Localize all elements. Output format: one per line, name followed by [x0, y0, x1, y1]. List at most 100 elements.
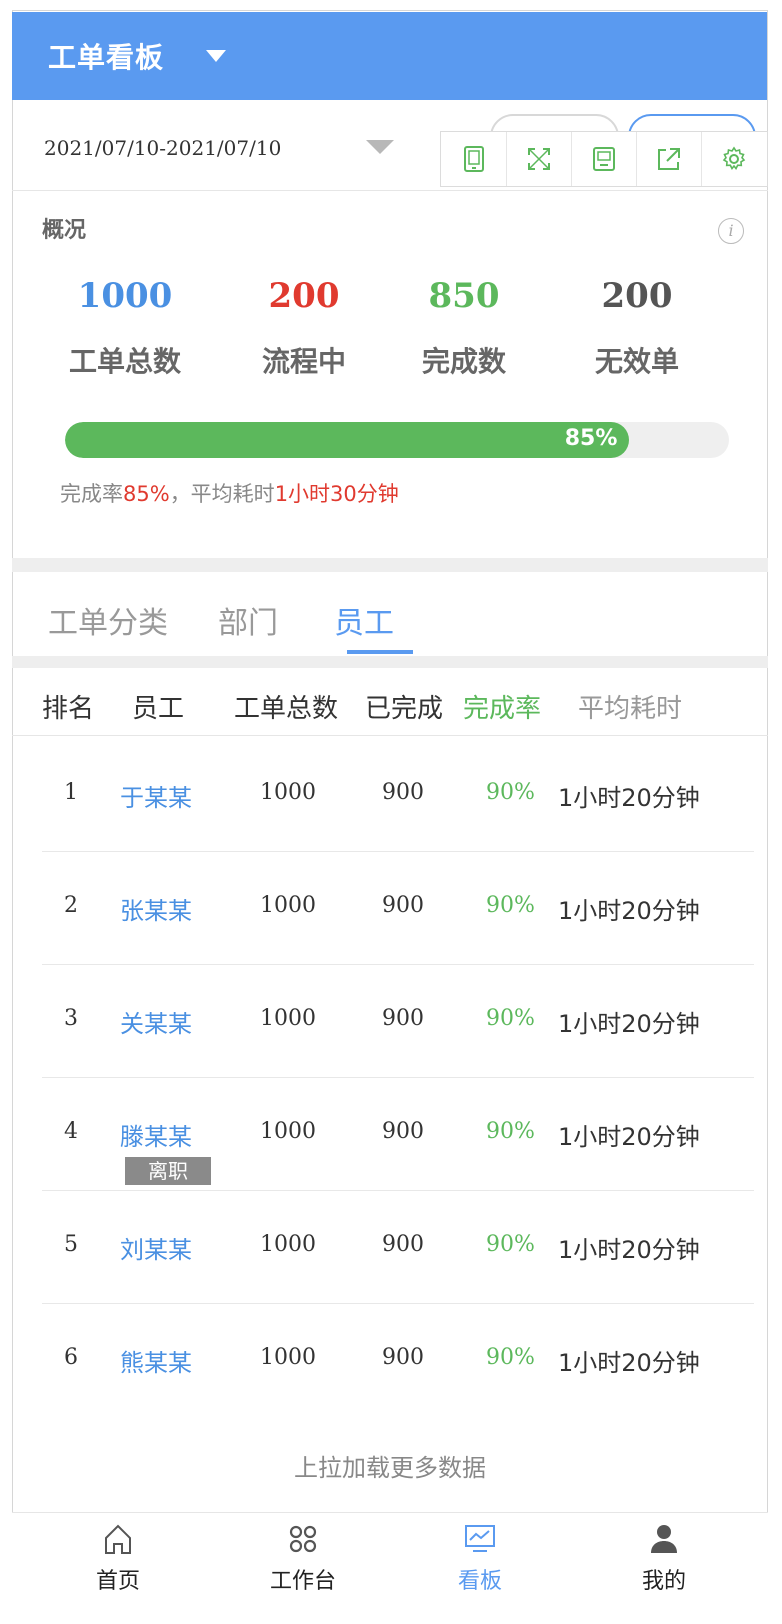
col-avg-time[interactable]: 平均耗时: [578, 688, 682, 725]
done-cell: 900: [382, 893, 424, 918]
settings-icon[interactable]: [701, 132, 766, 186]
header-bar: 工单看板: [12, 12, 767, 100]
section-divider: [12, 558, 768, 572]
info-icon[interactable]: i: [718, 218, 744, 244]
nav-mine-label: 我的: [641, 1569, 686, 1594]
avg-time-cell: 1小时20分钟: [558, 897, 700, 925]
total-cell: 1000: [260, 1232, 316, 1257]
date-range-picker[interactable]: 2021/07/10-2021/07/10: [44, 136, 281, 160]
total-cell: 1000: [260, 893, 316, 918]
save-icon[interactable]: [571, 132, 636, 186]
page-title[interactable]: 工单看板: [48, 36, 164, 76]
stat-total-label: 工单总数: [68, 345, 181, 378]
fullscreen-icon[interactable]: [506, 132, 571, 186]
user-icon: [651, 1525, 677, 1553]
col-rank: 排名: [42, 694, 95, 724]
done-cell: 900: [382, 1006, 424, 1031]
table-row[interactable]: 4 滕某某 1000 900 90% 1小时20分钟离职: [42, 1075, 754, 1191]
total-cell: 1000: [260, 1119, 316, 1144]
table-row[interactable]: 1 于某某 1000 900 90% 1小时20分钟: [42, 736, 754, 852]
table-row[interactable]: 3 关某某 1000 900 90% 1小时20分钟: [42, 962, 754, 1078]
avg-time-cell: 1小时20分钟: [558, 784, 700, 812]
employee-name[interactable]: 熊某某: [120, 1343, 192, 1378]
rate-cell: 90%: [486, 1232, 535, 1257]
bottom-nav: 首页 工作台 看板 我的: [12, 1512, 768, 1616]
table-row[interactable]: 6 熊某某 1000 900 90% 1小时20分钟: [42, 1301, 754, 1417]
total-cell: 1000: [260, 1006, 316, 1031]
table-row[interactable]: 5 刘某某 1000 900 90% 1小时20分钟: [42, 1188, 754, 1304]
rate-cell: 90%: [486, 780, 535, 805]
overview-title: 概况: [42, 218, 87, 243]
avg-time-cell: 1小时20分钟: [558, 1123, 700, 1151]
view-toolbar: [440, 131, 768, 187]
grid-icon: [289, 1525, 317, 1553]
rank-cell: 4: [64, 1119, 78, 1144]
summary-mid: ，平均耗时: [169, 482, 275, 506]
done-cell: 900: [382, 780, 424, 805]
summary-time: 1小时30分钟: [274, 482, 399, 506]
table-row[interactable]: 2 张某某 1000 900 90% 1小时20分钟: [42, 849, 754, 965]
nav-home-label: 首页: [95, 1569, 140, 1594]
rate-cell: 90%: [486, 1119, 535, 1144]
employee-name[interactable]: 于某某: [120, 778, 192, 813]
rank-cell: 2: [64, 893, 78, 918]
progress-fill: 85%: [65, 422, 630, 458]
title-dropdown-icon[interactable]: [206, 50, 226, 62]
summary-rate: 85%: [123, 482, 170, 506]
divider: [12, 190, 768, 191]
summary-prefix: 完成率: [60, 482, 123, 506]
done-cell: 900: [382, 1232, 424, 1257]
stat-completed-label: 完成数: [421, 345, 506, 378]
stat-invalid-value: 200: [601, 276, 673, 316]
rate-cell: 90%: [486, 1345, 535, 1370]
done-cell: 900: [382, 1119, 424, 1144]
total-cell: 1000: [260, 780, 316, 805]
date-dropdown-icon[interactable]: [366, 140, 394, 154]
section-divider: [12, 656, 768, 668]
table-header: 排名 员工 工单总数 已完成 完成率 平均耗时: [12, 668, 768, 736]
rate-cell: 90%: [486, 1006, 535, 1031]
nav-dashboard[interactable]: 看板: [410, 1523, 550, 1595]
tab-category[interactable]: 工单分类: [48, 598, 168, 642]
home-icon: [105, 1524, 131, 1554]
tab-employee[interactable]: 员工: [334, 598, 394, 642]
nav-dashboard-label: 看板: [457, 1569, 502, 1594]
stat-inprogress-label: 流程中: [261, 345, 346, 378]
rank-cell: 1: [64, 780, 78, 805]
rank-cell: 6: [64, 1345, 78, 1370]
nav-home[interactable]: 首页: [48, 1523, 188, 1595]
employee-name[interactable]: 关某某: [120, 1004, 192, 1039]
stat-inprogress-value: 200: [268, 276, 340, 316]
active-tab-indicator: [347, 650, 413, 654]
progress-label: 85%: [564, 426, 618, 451]
rate-cell: 90%: [486, 893, 535, 918]
avg-time-cell: 1小时20分钟: [558, 1349, 700, 1377]
col-employee: 员工: [132, 694, 185, 724]
employee-name[interactable]: 刘某某: [120, 1230, 192, 1265]
tab-department[interactable]: 部门: [218, 598, 278, 642]
completion-progress-bar: 85%: [65, 422, 729, 458]
avg-time-cell: 1小时20分钟: [558, 1236, 700, 1264]
resigned-badge: 离职: [125, 1157, 211, 1185]
nav-workbench-label: 工作台: [269, 1569, 336, 1594]
ranking-tabs: 工单分类 部门 员工: [12, 572, 768, 656]
share-icon[interactable]: [636, 132, 701, 186]
nav-workbench[interactable]: 工作台: [233, 1523, 373, 1595]
avg-time-cell: 1小时20分钟: [558, 1010, 700, 1038]
stat-invalid-label: 无效单: [594, 345, 679, 378]
chart-icon: [465, 1525, 495, 1552]
col-done: 已完成: [365, 694, 444, 724]
employee-name[interactable]: 张某某: [120, 891, 192, 926]
col-rate[interactable]: 完成率: [463, 688, 541, 725]
load-more-hint: 上拉加载更多数据: [294, 1454, 486, 1482]
employee-name[interactable]: 滕某某: [120, 1117, 192, 1152]
stat-completed-value: 850: [428, 276, 500, 316]
nav-mine[interactable]: 我的: [594, 1523, 734, 1595]
rank-cell: 3: [64, 1006, 78, 1031]
tablet-icon[interactable]: [441, 132, 506, 186]
done-cell: 900: [382, 1345, 424, 1370]
stat-total-value: 1000: [77, 276, 173, 316]
total-cell: 1000: [260, 1345, 316, 1370]
col-total: 工单总数: [234, 694, 339, 724]
completion-summary: 完成率85%，平均耗时1小时30分钟: [60, 478, 399, 508]
